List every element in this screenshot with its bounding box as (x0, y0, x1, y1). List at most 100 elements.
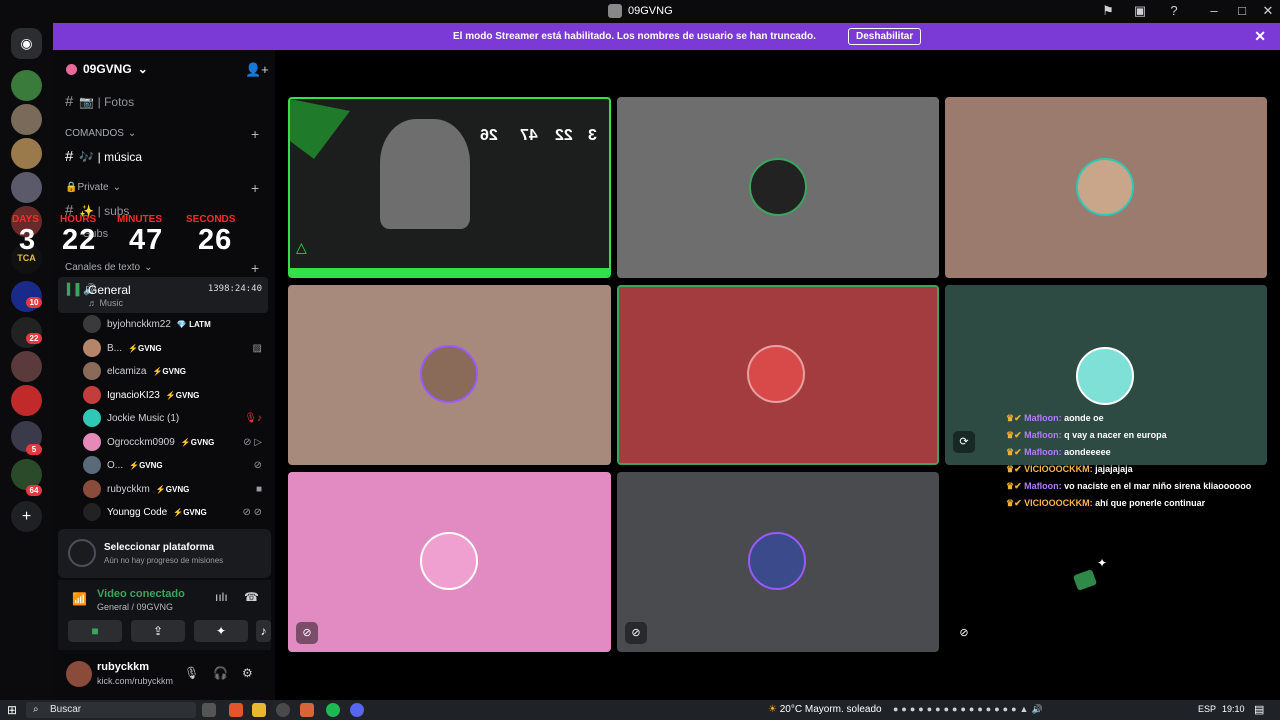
category-texto[interactable]: Canales de texto ⌄ (65, 262, 152, 273)
headphones-icon[interactable]: 🎧 (213, 666, 228, 680)
category-private[interactable]: 🔒Private ⌄ (65, 182, 121, 193)
taskbar-search[interactable]: ⌕ Buscar (26, 702, 196, 718)
folder-icon[interactable] (252, 703, 266, 717)
noise-suppression-icon[interactable]: ıılı (215, 590, 228, 604)
add-channel-icon[interactable]: + (251, 260, 259, 276)
notification-icon[interactable]: ▤ (1254, 703, 1264, 716)
avatar (83, 409, 101, 427)
voice-member[interactable]: rubyckkm ⚡GVNG ■ (83, 479, 268, 499)
video-tile-speaking[interactable] (617, 285, 939, 465)
search-placeholder: Buscar (50, 704, 82, 715)
server-icon[interactable] (11, 351, 42, 382)
inbox-flag-icon[interactable]: ⚑ (1100, 3, 1116, 19)
avatar (420, 345, 478, 403)
member-name: Jockie Music (1) (107, 412, 180, 424)
voice-member[interactable]: O... ⚡GVNG ⊘ (83, 455, 268, 475)
add-channel-icon[interactable]: + (251, 126, 259, 142)
camera-button[interactable]: ■ (68, 620, 122, 642)
channel-label: 📷 | Fotos (79, 94, 135, 109)
avatar (83, 456, 101, 474)
avatar (749, 158, 807, 216)
sun-icon: ☀ (768, 704, 780, 715)
avatar[interactable] (66, 661, 92, 687)
windows-start-icon[interactable]: ⊞ (7, 703, 17, 717)
crown-icon: ♛✔ (1006, 464, 1025, 474)
server-icon[interactable] (11, 172, 42, 203)
chat-text: vo naciste en el mar niño sirena kliaooo… (1064, 481, 1252, 491)
maximize-icon[interactable]: □ (1234, 3, 1250, 19)
crown-icon: ♛✔ (1006, 430, 1025, 440)
mission-panel[interactable]: Seleccionar plataforma Aún no hay progre… (58, 529, 271, 578)
close-banner-icon[interactable]: ✕ (1254, 28, 1266, 45)
mission-title: Seleccionar plataforma (104, 542, 215, 553)
discord-icon[interactable] (350, 703, 364, 717)
disconnect-icon[interactable]: ☎ (244, 590, 259, 604)
member-name: O... (107, 459, 124, 471)
server-header[interactable]: 09GVNG ⌄ (66, 62, 148, 76)
app-icon[interactable] (300, 703, 314, 717)
member-name: byjohnckkm22 (107, 318, 171, 330)
video-tile[interactable]: ⊘ (288, 472, 611, 652)
video-tile-stream[interactable]: 26 47 22 3 △ (288, 97, 611, 278)
brave-icon[interactable] (229, 703, 243, 717)
tray-icons[interactable]: ●●●●●●●●●●●●●●●▲🔊 (893, 704, 1046, 715)
minimize-icon[interactable]: – (1206, 3, 1222, 19)
chat-user: Mafloon: (1024, 447, 1062, 457)
voice-member[interactable]: Youngg Code ⚡GVNG ⊘ ⊘ (83, 502, 268, 522)
server-icon[interactable] (11, 385, 42, 416)
server-icon[interactable] (11, 70, 42, 101)
disable-streamer-button[interactable]: Deshabilitar (848, 28, 922, 45)
voice-member[interactable]: IgnacioKI23 ⚡GVNG (83, 385, 268, 405)
help-icon[interactable]: ? (1166, 3, 1182, 19)
chevron-down-icon: ⌄ (137, 62, 148, 76)
language-indicator[interactable]: ESP (1198, 704, 1216, 714)
discord-home-icon[interactable]: ◉ (11, 28, 42, 59)
chat-text: ahí que ponerle continuar (1095, 498, 1206, 508)
channel-fotos[interactable]: # 📷 | Fotos (65, 93, 134, 110)
voice-member[interactable]: Jockie Music (1) 🎙♪ (83, 408, 268, 428)
weather-widget[interactable]: ☀ 20°C Mayorm. soleado (768, 704, 882, 715)
settings-gear-icon[interactable]: ⚙ (242, 666, 253, 680)
avatar (83, 480, 101, 498)
activities-button[interactable]: ✦ (194, 620, 248, 642)
voice-member[interactable]: byjohnckkm22 💎 LATM (83, 314, 268, 334)
category-comandos[interactable]: COMANDOS ⌄ (65, 128, 136, 139)
close-window-icon[interactable]: ✕ (1260, 3, 1276, 19)
video-tile[interactable] (945, 97, 1267, 278)
hash-icon: # (65, 93, 74, 110)
task-view-icon[interactable] (202, 703, 216, 717)
obs-icon[interactable] (276, 703, 290, 717)
channel-label: 🎶 | música (79, 149, 143, 164)
add-channel-icon[interactable]: + (251, 180, 259, 196)
clock[interactable]: 19:10 (1222, 704, 1245, 714)
voice-member[interactable]: B... ⚡GVNG ▨ (83, 338, 268, 358)
voice-member[interactable]: elcamiza ⚡GVNG (83, 361, 268, 381)
video-tile[interactable] (617, 97, 939, 278)
invite-people-icon[interactable]: 👤+ (245, 62, 269, 78)
muted-mic-icon: ⊘ (296, 622, 318, 644)
avatar (83, 315, 101, 333)
video-tile[interactable] (288, 285, 611, 465)
screen-icon[interactable]: ▣ (1132, 3, 1148, 19)
chat-overlay: ♛✔ Mafloon: aonde oe ♛✔ Mafloon: q vay a… (1006, 410, 1276, 512)
camera-icon: ■ (255, 483, 262, 495)
channel-musica[interactable]: # 🎶 | música (65, 148, 142, 165)
video-tile[interactable]: ⊘ (617, 472, 939, 652)
unread-badge: 5 (26, 444, 42, 455)
add-server-icon[interactable]: + (11, 501, 42, 532)
voice-channel-path[interactable]: General / 09GVNG (97, 602, 173, 612)
category-label: COMANDOS (65, 128, 124, 139)
microphone-icon[interactable]: 🎙 (184, 666, 199, 680)
voice-member[interactable]: Ogrocckm0909 ⚡GVNG ⊘ ▷ (83, 432, 268, 452)
screen-share-button[interactable]: ⇪ (131, 620, 185, 642)
voice-channel-general[interactable]: ▍▌🔊 General ♬ Music 1398:24:40 (58, 277, 268, 313)
server-icon[interactable] (11, 104, 42, 135)
server-icon[interactable] (11, 138, 42, 169)
avatar (748, 532, 806, 590)
server-name: 09GVNG (83, 62, 132, 76)
soundboard-button[interactable]: ♪ (256, 620, 271, 642)
avatar (83, 503, 101, 521)
chat-line: ♛✔ Mafloon: aonde oe (1006, 410, 1276, 427)
signal-icon: 📶 (72, 592, 87, 606)
spotify-icon[interactable] (326, 703, 340, 717)
